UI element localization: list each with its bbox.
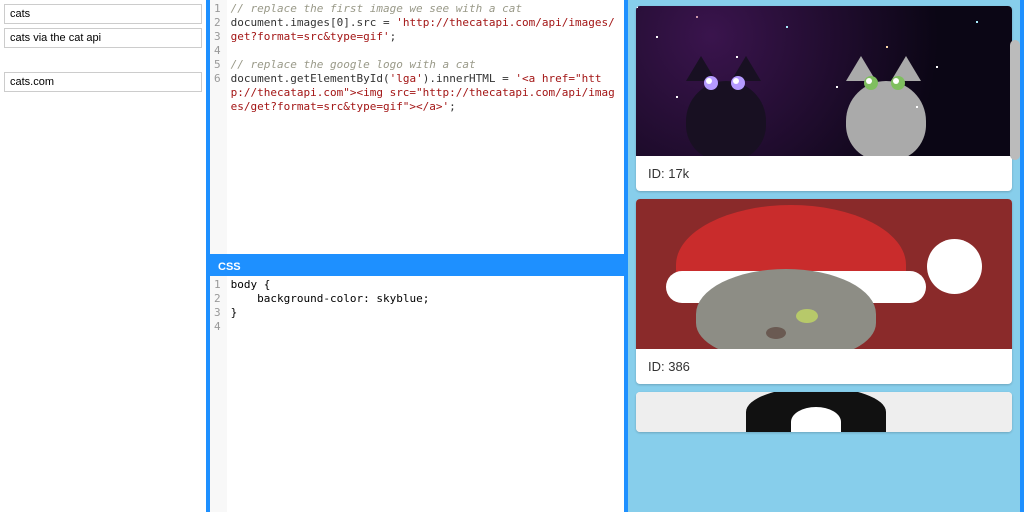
cat-image-santa — [636, 199, 1012, 349]
card-id-label: ID: 17k — [636, 156, 1012, 191]
cat-image-bw — [636, 392, 1012, 432]
preview-panel: ID: 17k ID: 386 — [624, 0, 1024, 512]
js-gutter: 1 2 3 4 5 6 — [210, 0, 227, 254]
js-editor[interactable]: 1 2 3 4 5 6 // replace the first image w… — [210, 0, 624, 254]
list-item[interactable]: ID: 17k — [636, 6, 1012, 191]
sidebar — [0, 0, 210, 512]
preview-area[interactable]: ID: 17k ID: 386 — [628, 0, 1020, 512]
list-item[interactable] — [636, 392, 1012, 432]
editor-panel: 1 2 3 4 5 6 // replace the first image w… — [210, 0, 624, 512]
scrollbar-thumb[interactable] — [1010, 40, 1020, 160]
css-gutter: 1 2 3 4 — [210, 276, 227, 512]
card-id-label: ID: 386 — [636, 349, 1012, 384]
css-code[interactable]: body { background-color: skyblue; } — [227, 276, 624, 512]
sidebar-item-cats[interactable] — [4, 4, 202, 24]
cat-image-space — [636, 6, 1012, 156]
sidebar-item-catscom[interactable] — [4, 72, 202, 92]
css-header: CSS — [210, 258, 624, 276]
css-editor[interactable]: CSS 1 2 3 4 body { background-color: sky… — [210, 258, 624, 512]
sidebar-item-catapi[interactable] — [4, 28, 202, 48]
list-item[interactable]: ID: 386 — [636, 199, 1012, 384]
js-code[interactable]: // replace the first image we see with a… — [227, 0, 624, 254]
